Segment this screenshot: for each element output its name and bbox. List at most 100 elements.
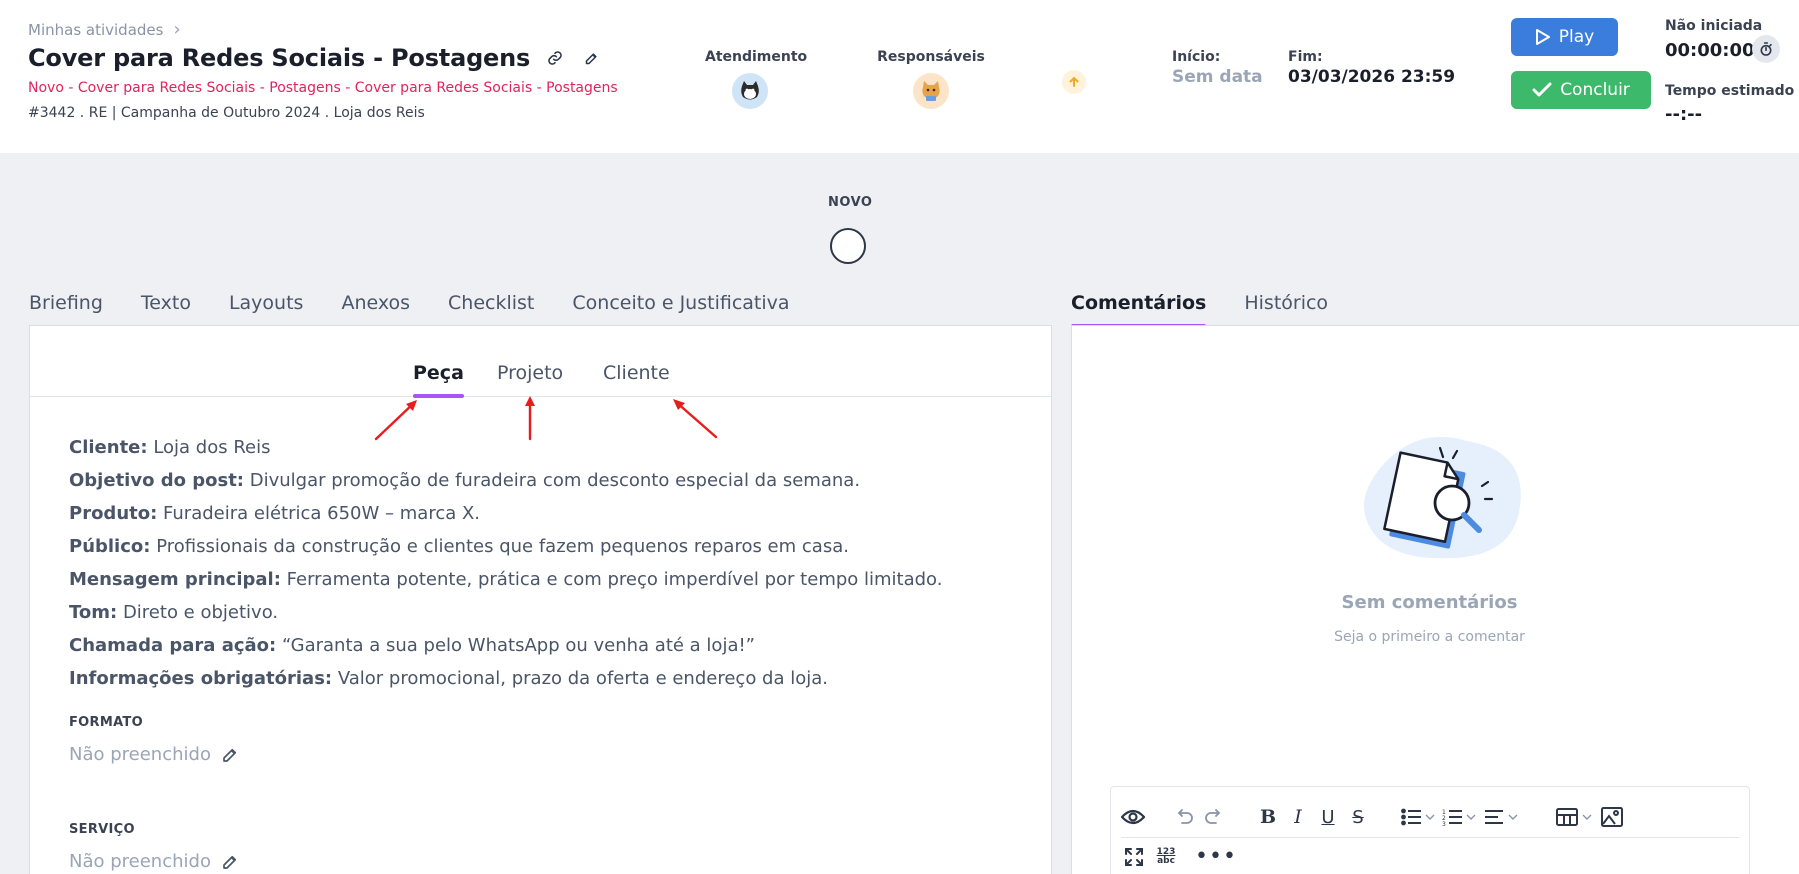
bullet-list-icon[interactable] [1399,802,1439,832]
edit-pencil-icon[interactable] [221,746,239,764]
tab-layouts[interactable]: Layouts [229,292,304,328]
stopwatch-icon[interactable] [1752,35,1780,63]
arrow-to-peca [374,400,417,441]
brief-value: Valor promocional, prazo da oferta e end… [332,668,828,689]
format-badge-bottom: abc [1157,856,1175,866]
task-header: Minhas atividades › Cover para Redes Soc… [0,0,1799,153]
timer-status: Não iniciada [1665,18,1763,34]
formato-value: Não preenchido [69,744,211,765]
tab-briefing[interactable]: Briefing [29,292,103,328]
check-icon [1532,82,1552,97]
fullscreen-icon[interactable] [1119,842,1149,872]
brief-value: Direto e objetivo. [117,602,279,623]
brief-line: Chamada para ação: “Garanta a sua pelo W… [69,635,942,668]
more-options-icon[interactable]: ••• [1195,842,1236,872]
servico-field[interactable]: Não preenchido [69,851,239,872]
responsaveis-label: Responsáveis [877,49,985,65]
servico-label: SERVIÇO [69,822,135,837]
brief-key: Tom: [69,602,118,623]
tab-anexos[interactable]: Anexos [341,292,410,328]
redo-icon[interactable] [1199,802,1229,832]
briefing-subtabs: Peça Projeto Cliente [30,326,1051,398]
tab-checklist[interactable]: Checklist [448,292,534,328]
empty-comments-illustration [1364,436,1521,559]
concluir-button[interactable]: Concluir [1511,71,1651,109]
edit-pencil-icon[interactable] [580,47,602,69]
status-path[interactable]: Novo - Cover para Redes Sociais - Postag… [28,80,618,96]
brief-value: “Garanta a sua pelo WhatsApp ou venha at… [276,635,756,656]
play-button[interactable]: Play [1511,18,1618,56]
svg-text:3: 3 [1442,821,1446,826]
bold-icon[interactable]: B [1253,802,1283,832]
brief-line: Produto: Furadeira elétrica 650W – marca… [69,503,942,536]
breadcrumb-link[interactable]: Minhas atividades [28,21,163,39]
breadcrumb[interactable]: Minhas atividades › [28,19,181,40]
underline-icon[interactable]: U [1313,802,1343,832]
start-date-value: Sem data [1172,67,1263,87]
brief-key: Público: [69,536,151,557]
subtab-cliente[interactable]: Cliente [603,362,670,384]
tab-texto[interactable]: Texto [141,292,191,328]
atendimento-label: Atendimento [705,49,808,65]
play-button-label: Play [1558,27,1595,47]
formato-label: FORMATO [69,715,143,730]
estimate-section: Tempo estimado i [1665,83,1799,99]
align-icon[interactable] [1481,802,1523,832]
timer-elapsed: 00:00:00 [1665,40,1755,61]
undo-icon[interactable] [1169,802,1199,832]
italic-icon[interactable]: I [1283,802,1313,832]
link-icon[interactable] [544,47,566,69]
end-date[interactable]: Fim: 03/03/2026 23:59 [1288,49,1455,87]
annotation-arrows [374,396,718,441]
numbered-list-icon[interactable]: 123 [1439,802,1481,832]
table-icon[interactable] [1553,802,1597,832]
briefing-content: Cliente: Loja dos Reis Objetivo do post:… [69,437,942,701]
edit-pencil-icon[interactable] [221,853,239,871]
page-title: Cover para Redes Sociais - Postagens [28,44,531,72]
tab-historico[interactable]: Histórico [1244,292,1328,328]
strikethrough-icon[interactable]: S [1343,802,1373,832]
preview-eye-icon[interactable] [1117,802,1149,832]
formato-field[interactable]: Não preenchido [69,744,239,765]
brief-key: Mensagem principal: [69,569,281,590]
brief-value: Furadeira elétrica 650W – marca X. [157,503,481,524]
task-meta: #3442 . RE | Campanha de Outubro 2024 . … [28,105,425,121]
start-date-label: Início: [1172,49,1221,65]
brief-line: Mensagem principal: Ferramenta potente, … [69,569,942,602]
editor-toolbar-row-1: B I U S 123 [1117,797,1627,837]
format-badge-icon[interactable]: 123 abc [1149,842,1183,872]
estimate-value: --:-- [1665,104,1703,125]
chevron-right-icon: › [173,19,181,40]
editor-toolbar-row-2: 123 abc ••• [1119,837,1236,874]
start-date[interactable]: Início: Sem data [1172,49,1263,87]
atendimento-avatar[interactable] [732,73,768,109]
responsaveis-section: Responsáveis [876,49,986,109]
tab-comentarios[interactable]: Comentários [1071,292,1207,328]
stage-step-circle[interactable] [830,228,866,264]
brief-key: Chamada para ação: [69,635,277,656]
image-icon[interactable] [1597,802,1627,832]
estimate-label: Tempo estimado [1665,83,1795,99]
comment-editor[interactable]: B I U S 123 123 abc ••• [1110,786,1750,874]
brief-key: Objetivo do post: [69,470,244,491]
tab-conceito-justificativa[interactable]: Conceito e Justificativa [572,292,789,328]
subtab-projeto[interactable]: Projeto [497,362,563,384]
priority-arrow-up-icon[interactable] [1062,70,1086,94]
brief-line: Público: Profissionais da construção e c… [69,536,942,569]
empty-comments-title: Sem comentários [1341,592,1518,613]
brief-value: Divulgar promoção de furadeira com desco… [244,470,861,491]
brief-value: Profissionais da construção e clientes q… [150,536,849,557]
end-date-label: Fim: [1288,49,1323,65]
concluir-button-label: Concluir [1560,80,1630,100]
brief-key: Informações obrigatórias: [69,668,333,689]
end-date-value: 03/03/2026 23:59 [1288,67,1456,87]
servico-value: Não preenchido [69,851,211,872]
atendimento-section: Atendimento [705,49,808,109]
brief-key: Cliente: [69,437,148,458]
brief-value: Loja dos Reis [147,437,271,458]
brief-line: Tom: Direto e objetivo. [69,602,942,635]
title-row: Cover para Redes Sociais - Postagens [28,44,602,72]
comments-panel: Sem comentários Seja o primeiro a coment… [1071,325,1799,874]
subtab-peca[interactable]: Peça [413,362,464,398]
responsavel-avatar[interactable] [913,73,949,109]
